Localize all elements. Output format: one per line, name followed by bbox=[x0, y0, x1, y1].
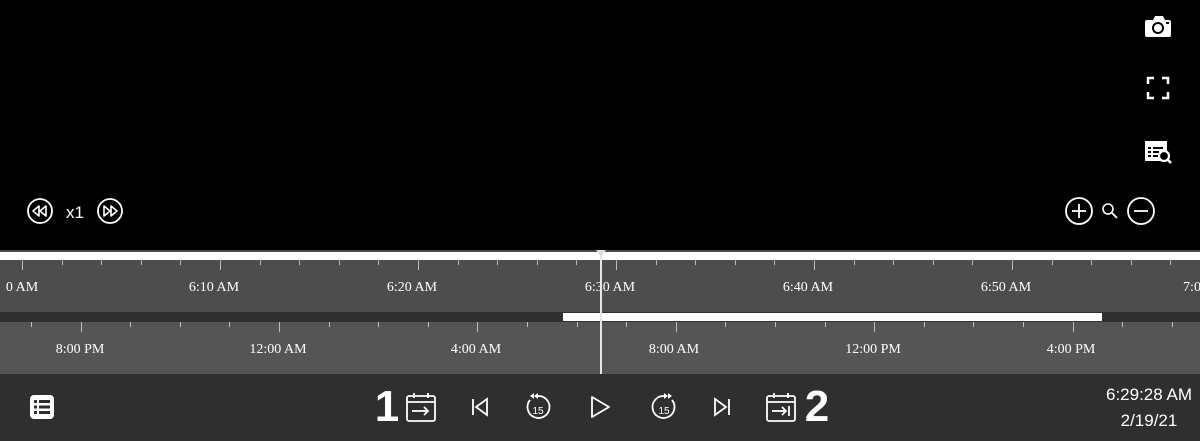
timeline-tick bbox=[378, 322, 379, 327]
video-viewport[interactable]: x1 bbox=[0, 0, 1200, 250]
timeline-tick bbox=[1091, 260, 1092, 265]
timeline-tick bbox=[180, 322, 181, 327]
tick-label: 6:40 AM bbox=[782, 280, 834, 295]
zoom-in-icon[interactable] bbox=[1064, 196, 1094, 231]
timeline-tick bbox=[626, 322, 627, 327]
fast-forward-icon[interactable] bbox=[96, 197, 124, 230]
timeline-tick bbox=[854, 260, 855, 265]
current-time: 6:29:28 AM bbox=[1105, 385, 1192, 404]
tick-label: 6:50 AM bbox=[980, 280, 1032, 295]
tick-label: 6:10 AM bbox=[188, 280, 240, 295]
timeline-tick bbox=[220, 260, 221, 270]
timeline[interactable]: 0 AM 6:10 AM 6:20 AM 6:30 AM 6:40 AM 6:5… bbox=[0, 250, 1200, 374]
playback-controls-bar: 1 15 15 2 6:29:28 AM 2/19/21 bbox=[0, 374, 1200, 441]
timeline-tick bbox=[130, 322, 131, 327]
calendar-start-icon[interactable] bbox=[402, 386, 440, 428]
timeline-tick bbox=[101, 260, 102, 265]
tick-label: 0 AM bbox=[5, 280, 39, 295]
tick-label: 6:30 AM bbox=[584, 280, 636, 295]
tick-label: 8:00 PM bbox=[55, 342, 105, 357]
timeline-tick bbox=[378, 260, 379, 265]
timeline-tick bbox=[1122, 322, 1123, 327]
current-datetime: 6:29:28 AM 2/19/21 bbox=[1106, 382, 1192, 434]
timeline-zoom-control bbox=[1064, 196, 1156, 231]
current-date: 2/19/21 bbox=[1120, 411, 1178, 430]
timeline-tick bbox=[933, 260, 934, 265]
timeline-tick bbox=[676, 322, 677, 332]
skip-forward-icon[interactable]: 15 bbox=[645, 386, 683, 428]
previous-segment-icon[interactable] bbox=[464, 386, 496, 428]
calendar-end-icon[interactable] bbox=[762, 386, 800, 428]
skip-back-icon[interactable]: 15 bbox=[519, 386, 557, 428]
fullscreen-icon[interactable] bbox=[1140, 70, 1176, 106]
recording-segment[interactable] bbox=[563, 313, 1102, 321]
tick-label: 7:0 bbox=[1183, 280, 1200, 295]
timeline-tick bbox=[299, 260, 300, 265]
timeline-tick bbox=[180, 260, 181, 265]
rewind-icon[interactable] bbox=[26, 197, 54, 230]
timeline-tick bbox=[775, 322, 776, 327]
timeline-tick bbox=[31, 322, 32, 327]
tick-label: 8:00 AM bbox=[648, 342, 700, 357]
skip-forward-seconds: 15 bbox=[658, 406, 670, 417]
speed-label: x1 bbox=[66, 203, 84, 222]
timeline-tick bbox=[893, 260, 894, 265]
timeline-tick bbox=[62, 260, 63, 265]
magnifier-icon bbox=[1100, 201, 1120, 226]
timeline-tick bbox=[1052, 260, 1053, 265]
timeline-tick bbox=[1023, 322, 1024, 327]
timeline-tick bbox=[537, 260, 538, 265]
timeline-tick bbox=[418, 260, 419, 270]
tick-label: 12:00 AM bbox=[249, 342, 307, 357]
tick-label: 6:20 AM bbox=[386, 280, 438, 295]
timeline-tick bbox=[1012, 260, 1013, 270]
timeline-tick bbox=[924, 322, 925, 327]
timeline-tick bbox=[874, 322, 875, 332]
tick-label: 4:00 AM bbox=[450, 342, 502, 357]
timeline-tick bbox=[577, 322, 578, 327]
timeline-tick bbox=[279, 322, 280, 332]
search-record-icon[interactable] bbox=[1140, 134, 1176, 170]
tick-label: 4:00 PM bbox=[1046, 342, 1096, 357]
timeline-tick bbox=[260, 260, 261, 265]
timeline-tick bbox=[22, 260, 23, 270]
timeline-tick bbox=[477, 322, 478, 332]
playback-speed-control: x1 bbox=[26, 197, 124, 230]
timeline-tick bbox=[1172, 322, 1173, 327]
timeline-tick bbox=[229, 322, 230, 327]
tick-label: 12:00 PM bbox=[845, 342, 901, 357]
timeline-tick bbox=[1073, 322, 1074, 332]
timeline-tick bbox=[527, 322, 528, 327]
timeline-tick bbox=[81, 322, 82, 332]
playhead-marker bbox=[596, 250, 606, 257]
end-number-label: 2 bbox=[804, 382, 830, 431]
timeline-tick bbox=[774, 260, 775, 265]
timeline-tick bbox=[576, 260, 577, 265]
timeline-tick bbox=[1170, 260, 1171, 265]
timeline-tick bbox=[825, 322, 826, 327]
timeline-tick bbox=[972, 260, 973, 265]
timeline-tick bbox=[695, 260, 696, 265]
list-menu-icon[interactable] bbox=[24, 386, 60, 428]
timeline-tick bbox=[725, 322, 726, 327]
timeline-tick bbox=[329, 322, 330, 327]
zoom-out-icon[interactable] bbox=[1126, 196, 1156, 231]
timeline-tick bbox=[973, 322, 974, 327]
timeline-tick bbox=[141, 260, 142, 265]
timeline-tick bbox=[616, 260, 617, 270]
timeline-tick bbox=[735, 260, 736, 265]
next-segment-icon[interactable] bbox=[706, 386, 738, 428]
camera-icon[interactable] bbox=[1140, 8, 1176, 44]
start-number-label: 1 bbox=[374, 382, 400, 431]
timeline-tick bbox=[458, 260, 459, 265]
timeline-tick bbox=[428, 322, 429, 327]
timeline-tick bbox=[497, 260, 498, 265]
timeline-tick bbox=[339, 260, 340, 265]
skip-back-seconds: 15 bbox=[532, 406, 544, 417]
timeline-tick bbox=[656, 260, 657, 265]
timeline-tick bbox=[1131, 260, 1132, 265]
playhead[interactable] bbox=[600, 250, 602, 374]
play-icon[interactable] bbox=[584, 386, 616, 428]
timeline-tick bbox=[814, 260, 815, 270]
